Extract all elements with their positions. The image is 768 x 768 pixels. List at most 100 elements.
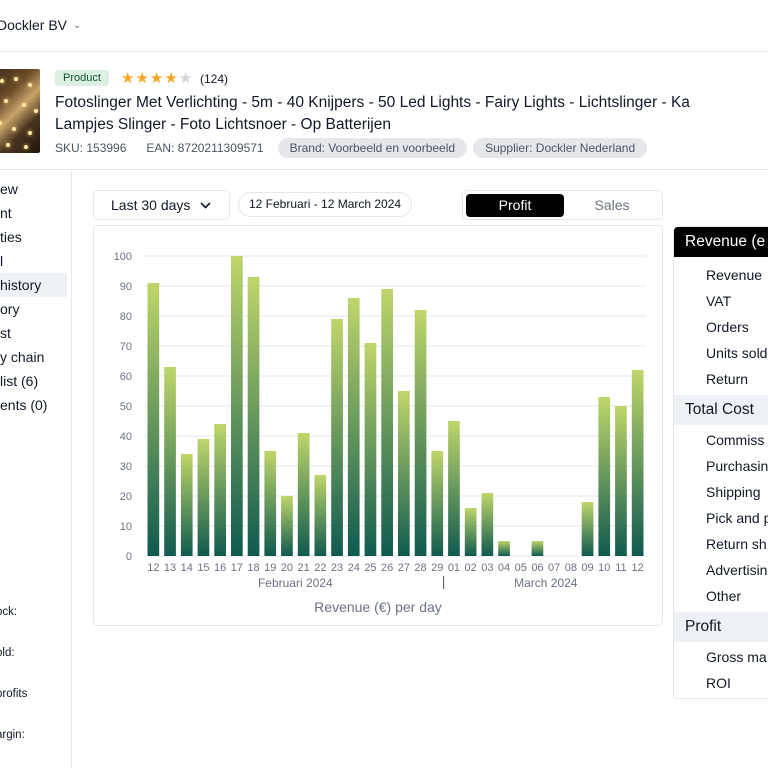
brand-tag[interactable]: Brand: Voorbeeld en voorbeeld [277, 138, 468, 158]
nav-item-label: ory [0, 301, 20, 317]
nav-item-inventory[interactable]: ory [0, 297, 67, 321]
bar-18[interactable] [247, 277, 260, 556]
company-name: Dockler BV [0, 17, 68, 33]
bar-21[interactable] [297, 433, 310, 556]
bar-03[interactable] [481, 493, 494, 556]
x-tick-label: 27 [398, 562, 410, 574]
bar-14[interactable] [180, 454, 193, 556]
summary-row-roi: ROI [706, 675, 731, 691]
date-range-select[interactable]: Last 30 days [93, 190, 230, 220]
nav-item-label: history [0, 277, 42, 293]
x-tick-label: 04 [498, 562, 510, 574]
nav-item-history[interactable]: history [0, 273, 67, 297]
y-tick-label: 0 [126, 551, 132, 563]
y-tick-label: 60 [120, 371, 132, 383]
date-range-select-label: Last 30 days [111, 197, 191, 213]
sku-label: SKU: 153996 [55, 141, 127, 155]
y-tick-label: 10 [120, 521, 132, 533]
x-tick-label: 22 [314, 562, 326, 574]
x-tick-label: 14 [181, 562, 193, 574]
x-tick-label: 24 [348, 562, 360, 574]
summary-row-units-sold: Units sold [706, 345, 768, 361]
summary-row-return-shipping: Return sh [706, 536, 767, 552]
revenue-chart-card: 0 10 20 30 40 50 60 70 80 90 100 12 13 14 15 16 17 18 19 2… [93, 225, 663, 626]
stat-sold-label: old: [0, 647, 15, 659]
bar-16[interactable] [214, 424, 226, 556]
nav-item-label: ew [0, 181, 18, 197]
bar-06[interactable] [531, 541, 544, 556]
profit-section-header[interactable]: Profit [674, 612, 768, 642]
month-label: Februari 2024 [258, 576, 333, 590]
nav-item-comments[interactable]: ents (0) [0, 393, 67, 417]
bar-27[interactable] [398, 391, 410, 556]
bar-28[interactable] [414, 310, 427, 556]
chevron-down-icon [200, 201, 211, 209]
summary-row-commission: Commiss [706, 432, 765, 448]
supplier-tag[interactable]: Supplier: Dockler Nederland [473, 138, 648, 158]
x-tick-label: 09 [581, 562, 593, 574]
summary-row-shipping: Shipping [706, 484, 761, 500]
company-switcher[interactable]: Dockler BV ⌄ [0, 17, 81, 33]
bar-02[interactable] [464, 508, 477, 556]
nav-item-label: ties [0, 229, 22, 245]
nav-item-cost[interactable]: st [0, 321, 67, 345]
x-tick-label: 06 [531, 562, 543, 574]
nav-item-overview[interactable]: ew [0, 177, 67, 201]
bar-26[interactable] [381, 289, 393, 556]
bar-11[interactable] [615, 406, 627, 556]
summary-row-vat: VAT [706, 293, 732, 309]
review-count[interactable]: (124) [200, 72, 228, 86]
star-icon: ★ [164, 70, 179, 87]
stat-profits-label: profits [0, 688, 28, 700]
product-title-line-2: Lampjes Slinger - Foto Lichtsnoer - Op B… [55, 116, 391, 133]
nav-item-list[interactable]: list (6) [0, 369, 67, 393]
bar-19[interactable] [264, 451, 277, 556]
bar-13[interactable] [164, 367, 176, 556]
x-tick-label: 12 [632, 562, 644, 574]
summary-row-purchasing: Purchasin [706, 458, 768, 474]
bar-22[interactable] [314, 475, 327, 556]
bar-23[interactable] [331, 319, 343, 556]
toggle-profit[interactable]: Profit [466, 194, 564, 217]
ean-label: EAN: 8720211309571 [146, 141, 264, 155]
product-meta: SKU: 153996 EAN: 8720211309571 Brand: Vo… [55, 138, 653, 158]
revenue-section-header[interactable]: Revenue (e [674, 227, 768, 257]
summary-row-revenue: Revenue [706, 267, 763, 283]
bar-01[interactable] [448, 421, 460, 556]
x-tick-label: 26 [381, 562, 393, 574]
bar-12[interactable] [631, 370, 644, 556]
side-navigation: ew nt ties l history ory st y chain list… [0, 171, 72, 768]
revenue-bar-chart: 0102030405060708090100 12 13 14 15 16 17 18 19 2… [114, 251, 646, 590]
date-range-label[interactable]: 12 Februari - 12 March 2024 [238, 192, 413, 217]
nav-item-properties[interactable]: ties [0, 225, 67, 249]
nav-item-content[interactable]: nt [0, 201, 67, 225]
bar-04[interactable] [498, 541, 510, 556]
bar-29[interactable] [431, 451, 444, 556]
y-tick-label: 80 [120, 311, 132, 323]
bar-09[interactable] [581, 502, 594, 556]
x-tick-label: 28 [414, 562, 426, 574]
product-title: Fotoslinger Met Verlichting - 5m - 40 Kn… [55, 92, 768, 136]
bar-17[interactable] [231, 256, 243, 556]
bar-12[interactable] [147, 283, 160, 556]
nav-item-supply-chain[interactable]: y chain [0, 345, 67, 369]
y-tick-label: 70 [120, 341, 132, 353]
bar-20[interactable] [281, 496, 293, 556]
x-tick-label: 12 [147, 562, 159, 574]
summary-row-pick-and-pack: Pick and p [706, 510, 768, 526]
cost-section-header[interactable]: Total Cost [674, 395, 768, 425]
product-badge: Product [55, 70, 109, 86]
nav-item-l[interactable]: l [0, 249, 67, 273]
bar-15[interactable] [197, 439, 210, 556]
bar-10[interactable] [598, 397, 611, 556]
bar-24[interactable] [347, 298, 360, 556]
x-tick-label: 05 [515, 562, 527, 574]
chart-controls: Last 30 days 12 Februari - 12 March 2024… [93, 190, 663, 220]
x-tick-label: 15 [197, 562, 209, 574]
product-image [0, 69, 40, 153]
summary-row-orders: Orders [706, 319, 749, 335]
toggle-sales[interactable]: Sales [563, 194, 661, 217]
x-tick-label: 01 [448, 562, 460, 574]
summary-row-advertising: Advertisin [706, 562, 768, 578]
bar-25[interactable] [364, 343, 377, 556]
